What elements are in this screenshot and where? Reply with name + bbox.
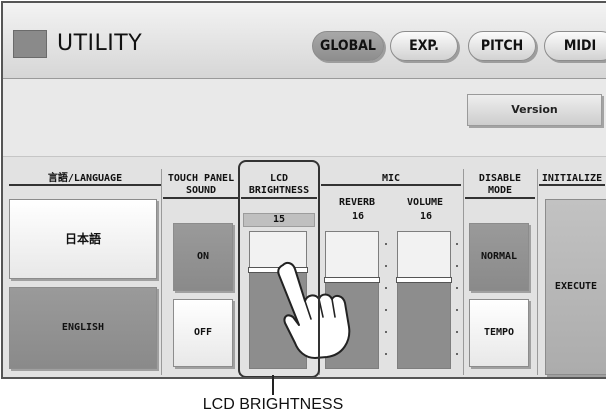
callout-line: [272, 375, 274, 395]
tab-global[interactable]: GLOBAL: [312, 31, 384, 61]
volume-slider[interactable]: [396, 231, 452, 369]
scale-tick: [385, 331, 387, 333]
scale-tick: [456, 309, 458, 311]
tab-midi[interactable]: MIDI: [544, 31, 606, 61]
disable-mode-header: DISABLE MODE: [465, 173, 535, 199]
initialize-header: INITIALIZE: [539, 173, 605, 186]
disable-mode-normal-button[interactable]: NORMAL: [469, 223, 529, 291]
scale-tick: [385, 243, 387, 245]
scale-tick: [456, 331, 458, 333]
mic-header: MIC: [321, 173, 461, 186]
tab-pitch[interactable]: PITCH: [468, 31, 536, 61]
figure-caption: LCD BRIGHTNESS: [202, 396, 344, 413]
page-icon: [13, 30, 47, 58]
volume-fill: [398, 280, 450, 368]
divider: [537, 169, 538, 375]
disable-mode-tempo-button[interactable]: TEMPO: [469, 299, 529, 367]
reverb-value: 16: [351, 211, 365, 222]
reverb-label: REVERB: [338, 197, 376, 208]
initialize-execute-button[interactable]: EXECUTE: [545, 199, 606, 375]
scale-tick: [385, 309, 387, 311]
touch-sound-off-button[interactable]: OFF: [173, 299, 233, 367]
page-title: UTILITY: [57, 31, 143, 56]
tab-exp[interactable]: EXP.: [390, 31, 458, 61]
volume-label: VOLUME: [406, 197, 444, 208]
volume-value: 16: [419, 211, 433, 222]
header-bar: UTILITY GLOBAL EXP. PITCH MIDI: [3, 3, 606, 79]
focus-highlight: [238, 160, 320, 377]
scale-tick: [456, 265, 458, 267]
utility-screen: UTILITY GLOBAL EXP. PITCH MIDI Version 言…: [1, 1, 606, 379]
volume-handle[interactable]: [396, 277, 452, 283]
scale-tick: [456, 353, 458, 355]
touch-sound-on-button[interactable]: ON: [173, 223, 233, 291]
version-button[interactable]: Version: [467, 94, 602, 126]
scale-tick: [385, 353, 387, 355]
language-header: 言語/LANGUAGE: [9, 173, 161, 186]
scale-tick: [385, 287, 387, 289]
language-english-button[interactable]: ENGLISH: [9, 287, 157, 369]
language-japanese-button[interactable]: 日本語: [9, 199, 157, 279]
divider: [161, 169, 162, 375]
scale-tick: [456, 243, 458, 245]
touch-panel-sound-header: TOUCH PANEL SOUND: [163, 173, 239, 199]
scale-tick: [385, 265, 387, 267]
divider: [463, 169, 464, 375]
scale-tick: [456, 287, 458, 289]
